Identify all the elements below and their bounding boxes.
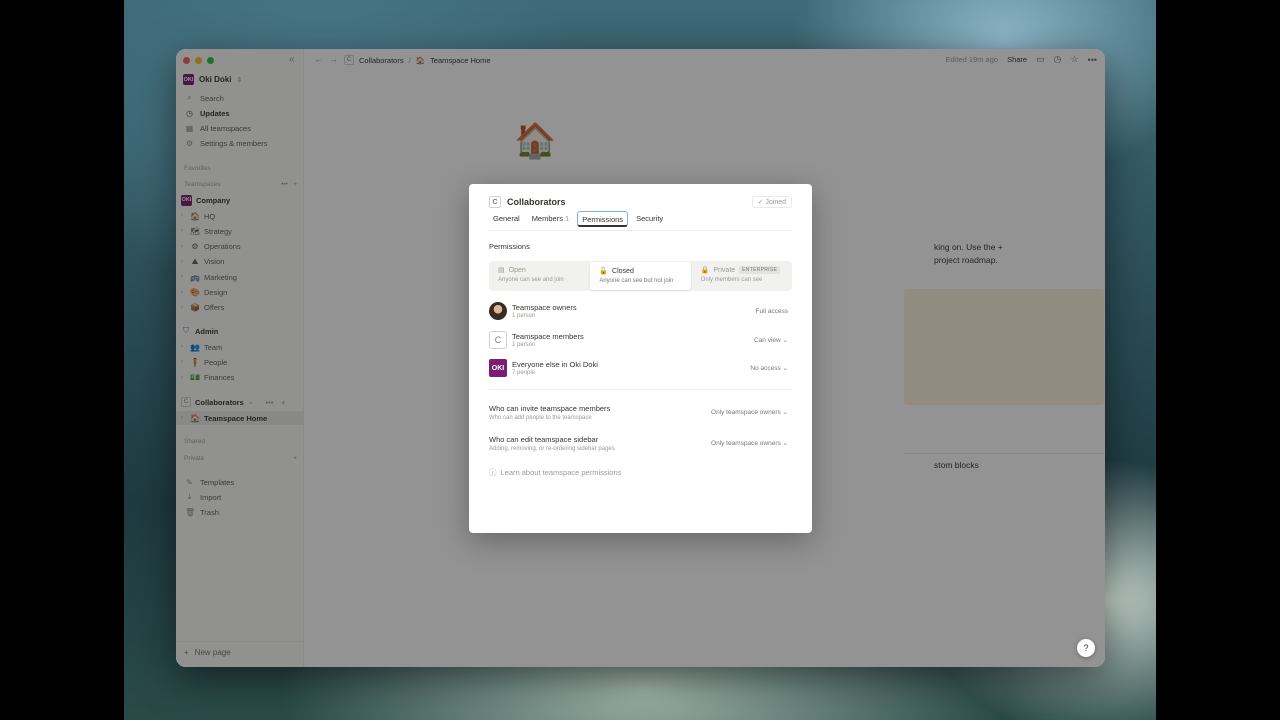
tab-label: Permissions (582, 215, 624, 224)
option-open[interactable]: ▤ Open Anyone can see and join (489, 261, 589, 291)
divider (489, 389, 792, 390)
permission-row-owners: Teamspace owners 1 person Full access (489, 301, 792, 321)
modal-tabs: General Members 1 Permissions Security (489, 211, 792, 231)
permissions-heading: Permissions (489, 242, 530, 251)
help-button[interactable]: ? (1077, 639, 1095, 657)
tab-general[interactable]: General (489, 211, 524, 227)
access-level: Full access (755, 307, 788, 315)
option-description: Anyone can see but not join (599, 278, 674, 284)
modal-title: Collaborators (507, 197, 566, 207)
access-dropdown[interactable]: No access ⌄ (750, 364, 788, 372)
access-dropdown[interactable]: Can view ⌄ (754, 336, 788, 344)
setting-dropdown[interactable]: Only teamspace owners ⌄ (711, 439, 788, 447)
access-level-selector: ▤ Open Anyone can see and join 🔓 Closed An… (489, 261, 792, 291)
group-count: 7 people (512, 370, 536, 376)
option-closed[interactable]: 🔓 Closed Anyone can see but not join (590, 262, 691, 290)
workspace-logo: OKI (489, 359, 507, 377)
learn-permissions-link[interactable]: ⓘ Learn about teamspace permissions (489, 467, 621, 478)
teamspace-settings-modal: C Collaborators ✓ Joined General Members… (469, 184, 812, 533)
group-count: 1 person (512, 313, 536, 319)
learn-link-label: Learn about teamspace permissions (500, 468, 622, 477)
tab-members[interactable]: Members 1 (528, 211, 574, 227)
group-name: Teamspace members (512, 332, 584, 341)
setting-dropdown[interactable]: Only teamspace owners ⌄ (711, 408, 788, 416)
permission-row-everyone: OKI Everyone else in Oki Doki 7 people N… (489, 358, 792, 378)
members-avatar: C (489, 331, 507, 349)
enterprise-badge: ENTERPRISE (739, 266, 781, 274)
members-count: 1 (565, 214, 570, 223)
option-description: Anyone can see and join (498, 277, 564, 283)
tab-label: Members (531, 214, 563, 223)
tab-label: General (493, 214, 520, 223)
option-description: Only members can see (700, 277, 763, 283)
tab-label: Security (636, 214, 664, 223)
tab-permissions[interactable]: Permissions (577, 211, 629, 227)
option-title: Closed (612, 267, 634, 275)
setting-edit-sidebar: Who can edit teamspace sidebar Adding, r… (489, 435, 792, 452)
tab-security[interactable]: Security (632, 211, 667, 227)
permission-row-members: C Teamspace members 1 person Can view ⌄ (489, 330, 792, 350)
option-title: Open (508, 266, 526, 274)
building-icon: ▤ (498, 267, 505, 274)
option-title: Private (713, 266, 736, 274)
option-private[interactable]: 🔒 Private ENTERPRISE Only members can see (692, 261, 792, 291)
group-name: Teamspace owners (512, 303, 577, 312)
group-count: 1 person (512, 342, 536, 348)
modal-header: C Collaborators (489, 196, 566, 208)
help-circle-icon: ⓘ (489, 468, 497, 477)
group-name: Everyone else in Oki Doki (512, 360, 598, 369)
joined-button[interactable]: ✓ Joined (751, 196, 792, 208)
lock-icon: 🔒 (700, 267, 710, 274)
collaborators-icon: C (489, 196, 501, 208)
setting-invite-members: Who can invite teamspace members Who can… (489, 404, 792, 421)
avatar (489, 302, 507, 320)
unlock-icon: 🔓 (599, 268, 609, 275)
screen: « OKI Oki Doki ⇕ ⌕ Search ◷ Updates ▦ Al… (0, 0, 1280, 720)
